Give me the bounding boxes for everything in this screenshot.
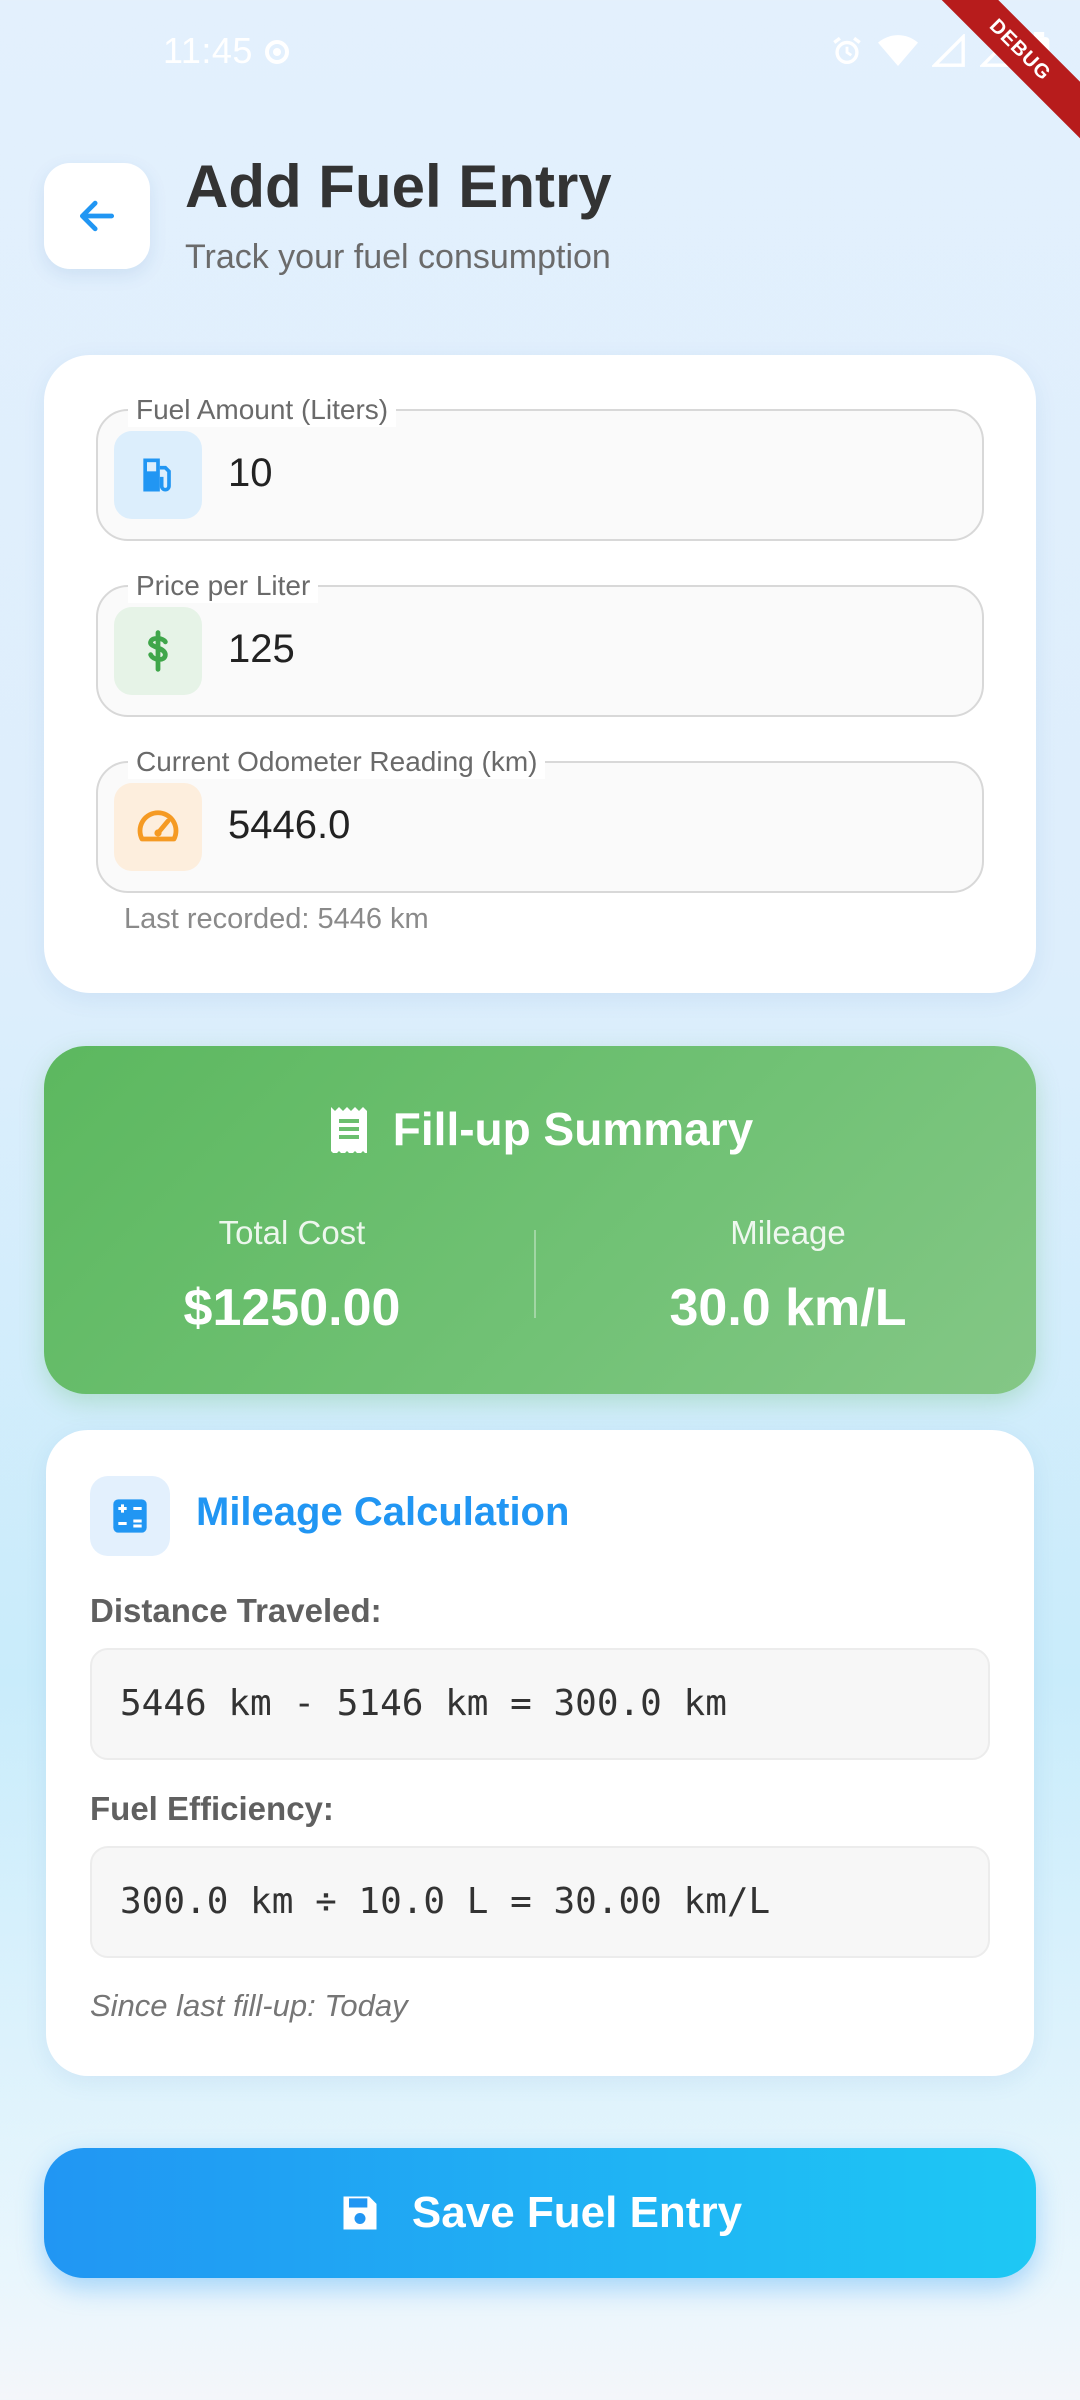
- fuel-form-card: Fuel Amount (Liters) 10 Price per Liter …: [44, 355, 1036, 993]
- arrow-left-icon: [79, 200, 115, 232]
- dollar-icon: [114, 607, 202, 695]
- odometer-label: Current Odometer Reading (km): [128, 745, 546, 779]
- mileage-value: 30.0 km/L: [669, 1279, 907, 1337]
- save-fuel-entry-button[interactable]: Save Fuel Entry: [44, 2148, 1036, 2278]
- efficiency-label: Fuel Efficiency:: [90, 1790, 334, 1827]
- fuel-amount-field[interactable]: Fuel Amount (Liters) 10: [96, 393, 984, 541]
- fuel-amount-label: Fuel Amount (Liters): [128, 393, 397, 427]
- mileage-block: Mileage 30.0 km/L: [540, 1214, 1036, 1338]
- price-per-liter-input[interactable]: 125: [228, 627, 295, 672]
- signal-icon: [932, 34, 965, 67]
- save-icon: [343, 2196, 377, 2230]
- total-cost-label: Total Cost: [218, 1214, 366, 1251]
- fuel-pump-icon: [114, 431, 202, 519]
- mileage-label: Mileage: [730, 1214, 846, 1251]
- price-per-liter-label: Price per Liter: [128, 569, 319, 603]
- summary-divider: [534, 1230, 536, 1318]
- distance-label: Distance Traveled:: [90, 1592, 382, 1629]
- distance-formula: 5446 km - 5146 km = 300.0 km: [90, 1648, 990, 1760]
- speedometer-icon: [114, 783, 202, 871]
- wifi-icon: [878, 35, 918, 66]
- price-per-liter-field[interactable]: Price per Liter 125: [96, 569, 984, 717]
- fillup-summary-card: Fill-up Summary Total Cost $1250.00 Mile…: [44, 1046, 1036, 1394]
- status-bar: 11:45: [0, 0, 1080, 100]
- odometer-input[interactable]: 5446.0: [228, 803, 350, 848]
- odometer-helper-text: Last recorded: 5446 km: [124, 903, 429, 935]
- calculation-title: Mileage Calculation: [196, 1490, 570, 1534]
- mileage-calculation-card: Mileage Calculation Distance Traveled: 5…: [46, 1430, 1034, 2076]
- efficiency-formula: 300.0 km ÷ 10.0 L = 30.00 km/L: [90, 1846, 990, 1958]
- since-last-fillup-note: Since last fill-up: Today: [90, 1988, 408, 2023]
- summary-title: Fill-up Summary: [392, 1103, 754, 1155]
- page-title: Add Fuel Entry: [185, 153, 612, 220]
- fuel-amount-input[interactable]: 10: [228, 451, 273, 496]
- page-subtitle: Track your fuel consumption: [185, 238, 611, 276]
- summary-header: Fill-up Summary: [44, 1102, 1036, 1156]
- total-cost-block: Total Cost $1250.00: [44, 1214, 540, 1338]
- odometer-field[interactable]: Current Odometer Reading (km) 5446.0: [96, 745, 984, 893]
- save-button-label: Save Fuel Entry: [411, 2188, 743, 2237]
- alarm-icon: [833, 36, 861, 65]
- calculator-icon: [90, 1476, 170, 1556]
- receipt-icon: [330, 1107, 367, 1153]
- status-time: 11:45: [163, 30, 253, 71]
- notification-dot-icon: [265, 40, 289, 64]
- total-cost-value: $1250.00: [183, 1279, 401, 1337]
- back-button[interactable]: [44, 163, 150, 269]
